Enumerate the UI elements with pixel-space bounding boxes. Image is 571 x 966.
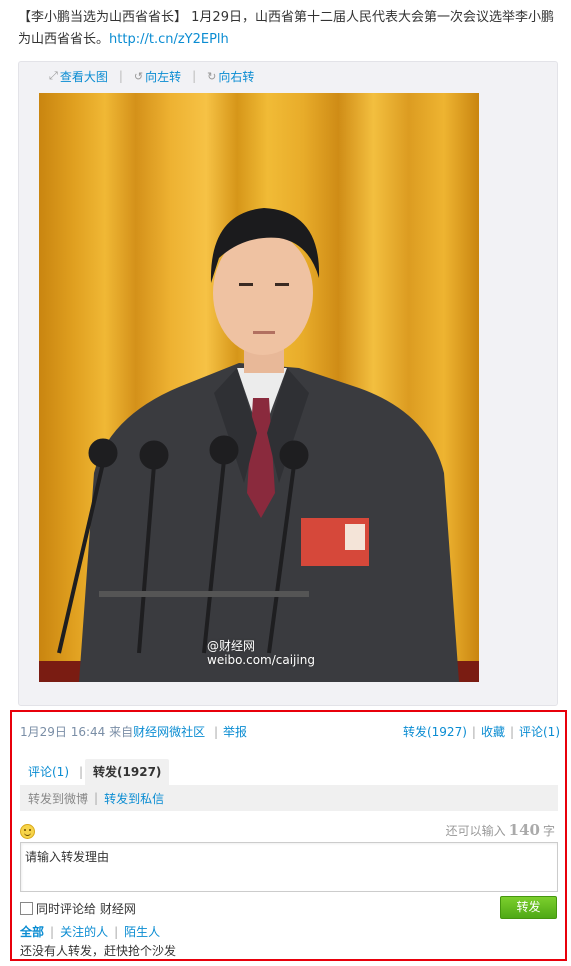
post-actions: 转发(1927) | 收藏 | 评论(1) bbox=[403, 723, 560, 740]
tab-repost[interactable]: 转发(1927) bbox=[85, 759, 170, 785]
rotate-right-button[interactable]: ↻ 向右转 bbox=[207, 68, 254, 85]
repost-filters: 全部 | 关注的人 | 陌生人 bbox=[20, 923, 160, 940]
counter-value: 140 bbox=[508, 821, 540, 839]
filter-following[interactable]: 关注的人 bbox=[60, 923, 108, 940]
repost-panel: 1月29日 16:44 来自财经网微社区 | 举报 转发(1927) | 收藏 | 评论(… bbox=[10, 710, 567, 961]
rotate-right-label: 向右转 bbox=[218, 69, 255, 84]
rotate-left-button[interactable]: ↺ 向左转 bbox=[134, 68, 181, 85]
watermark-line-2: weibo.com/caijing bbox=[207, 653, 315, 667]
filter-all[interactable]: 全部 bbox=[20, 923, 44, 940]
rotate-left-label: 向左转 bbox=[145, 69, 182, 84]
source-link[interactable]: 财经网微社区 bbox=[133, 725, 205, 739]
filter-strangers[interactable]: 陌生人 bbox=[124, 923, 160, 940]
post-link[interactable]: http://t.cn/zY2EPlh bbox=[109, 32, 229, 47]
empty-repost-note: 还没有人转发，赶快抢个沙发 bbox=[20, 944, 177, 958]
toolbar-divider: | bbox=[192, 69, 197, 83]
subtab-divider: | bbox=[94, 791, 99, 805]
feedback-tabs: 评论(1) | 转发(1927) bbox=[20, 757, 170, 785]
rotate-right-icon: ↻ bbox=[207, 69, 217, 83]
counter-suffix: 字 bbox=[542, 824, 555, 838]
repost-submit-button[interactable]: 转发 bbox=[500, 896, 557, 919]
source-prefix: 来自 bbox=[105, 725, 134, 739]
also-comment-checkbox[interactable] bbox=[20, 902, 33, 915]
also-comment-option[interactable]: 同时评论给 财经网 bbox=[20, 900, 136, 917]
counter-prefix: 还可以输入 bbox=[445, 824, 506, 838]
expand-icon: ⤢ bbox=[49, 69, 58, 82]
photo-watermark: @财经网 weibo.com/caijing bbox=[207, 639, 315, 667]
repost-to-private[interactable]: 转发到私信 bbox=[104, 790, 164, 807]
meta-divider: | bbox=[213, 725, 219, 739]
filter-divider: | bbox=[114, 924, 119, 939]
char-counter: 还可以输入 140 字 bbox=[446, 821, 555, 839]
post-headline: 【李小鹏当选为山西省省长】 bbox=[18, 10, 188, 25]
post-text: 【李小鹏当选为山西省省长】 1月29日，山西省第十二届人民代表大会第一次会议选举… bbox=[18, 7, 558, 51]
post-timestamp: 1月29日 16:44 bbox=[20, 725, 106, 739]
report-link[interactable]: 举报 bbox=[223, 725, 247, 739]
comment-count-link[interactable]: 评论(1) bbox=[519, 725, 560, 739]
filter-divider: | bbox=[50, 924, 55, 939]
also-comment-label: 同时评论给 财经网 bbox=[36, 902, 136, 916]
photo-illustration bbox=[39, 208, 479, 682]
smiley-icon[interactable] bbox=[20, 824, 35, 839]
post-meta: 1月29日 16:44 来自财经网微社区 | 举报 转发(1927) | 收藏 | 评论(… bbox=[20, 723, 560, 740]
media-toolbar: ⤢ 查看大图 | ↺ 向左转 | ↻ 向右转 bbox=[49, 67, 254, 85]
toolbar-divider: | bbox=[118, 69, 123, 83]
repost-reason-input[interactable] bbox=[20, 842, 558, 892]
repost-to-weibo[interactable]: 转发到微博 bbox=[28, 790, 88, 807]
meta-divider: | bbox=[471, 725, 476, 739]
watermark-line-1: @财经网 bbox=[207, 639, 256, 653]
repost-count-link[interactable]: 转发(1927) bbox=[403, 725, 467, 739]
view-large-label: 查看大图 bbox=[59, 69, 108, 84]
media-box: ⤢ 查看大图 | ↺ 向左转 | ↻ 向右转 @财经网 weibo.com/ca… bbox=[18, 61, 558, 706]
post-photo[interactable]: @财经网 weibo.com/caijing bbox=[39, 93, 479, 682]
repost-target-tabs: 转发到微博 | 转发到私信 bbox=[20, 785, 558, 811]
tab-comment[interactable]: 评论(1) bbox=[20, 759, 77, 785]
tab-divider: | bbox=[79, 765, 84, 779]
favorite-link[interactable]: 收藏 bbox=[481, 725, 505, 739]
meta-divider: | bbox=[509, 725, 514, 739]
view-large-button[interactable]: ⤢ 查看大图 bbox=[49, 68, 108, 85]
rotate-left-icon: ↺ bbox=[133, 69, 144, 83]
